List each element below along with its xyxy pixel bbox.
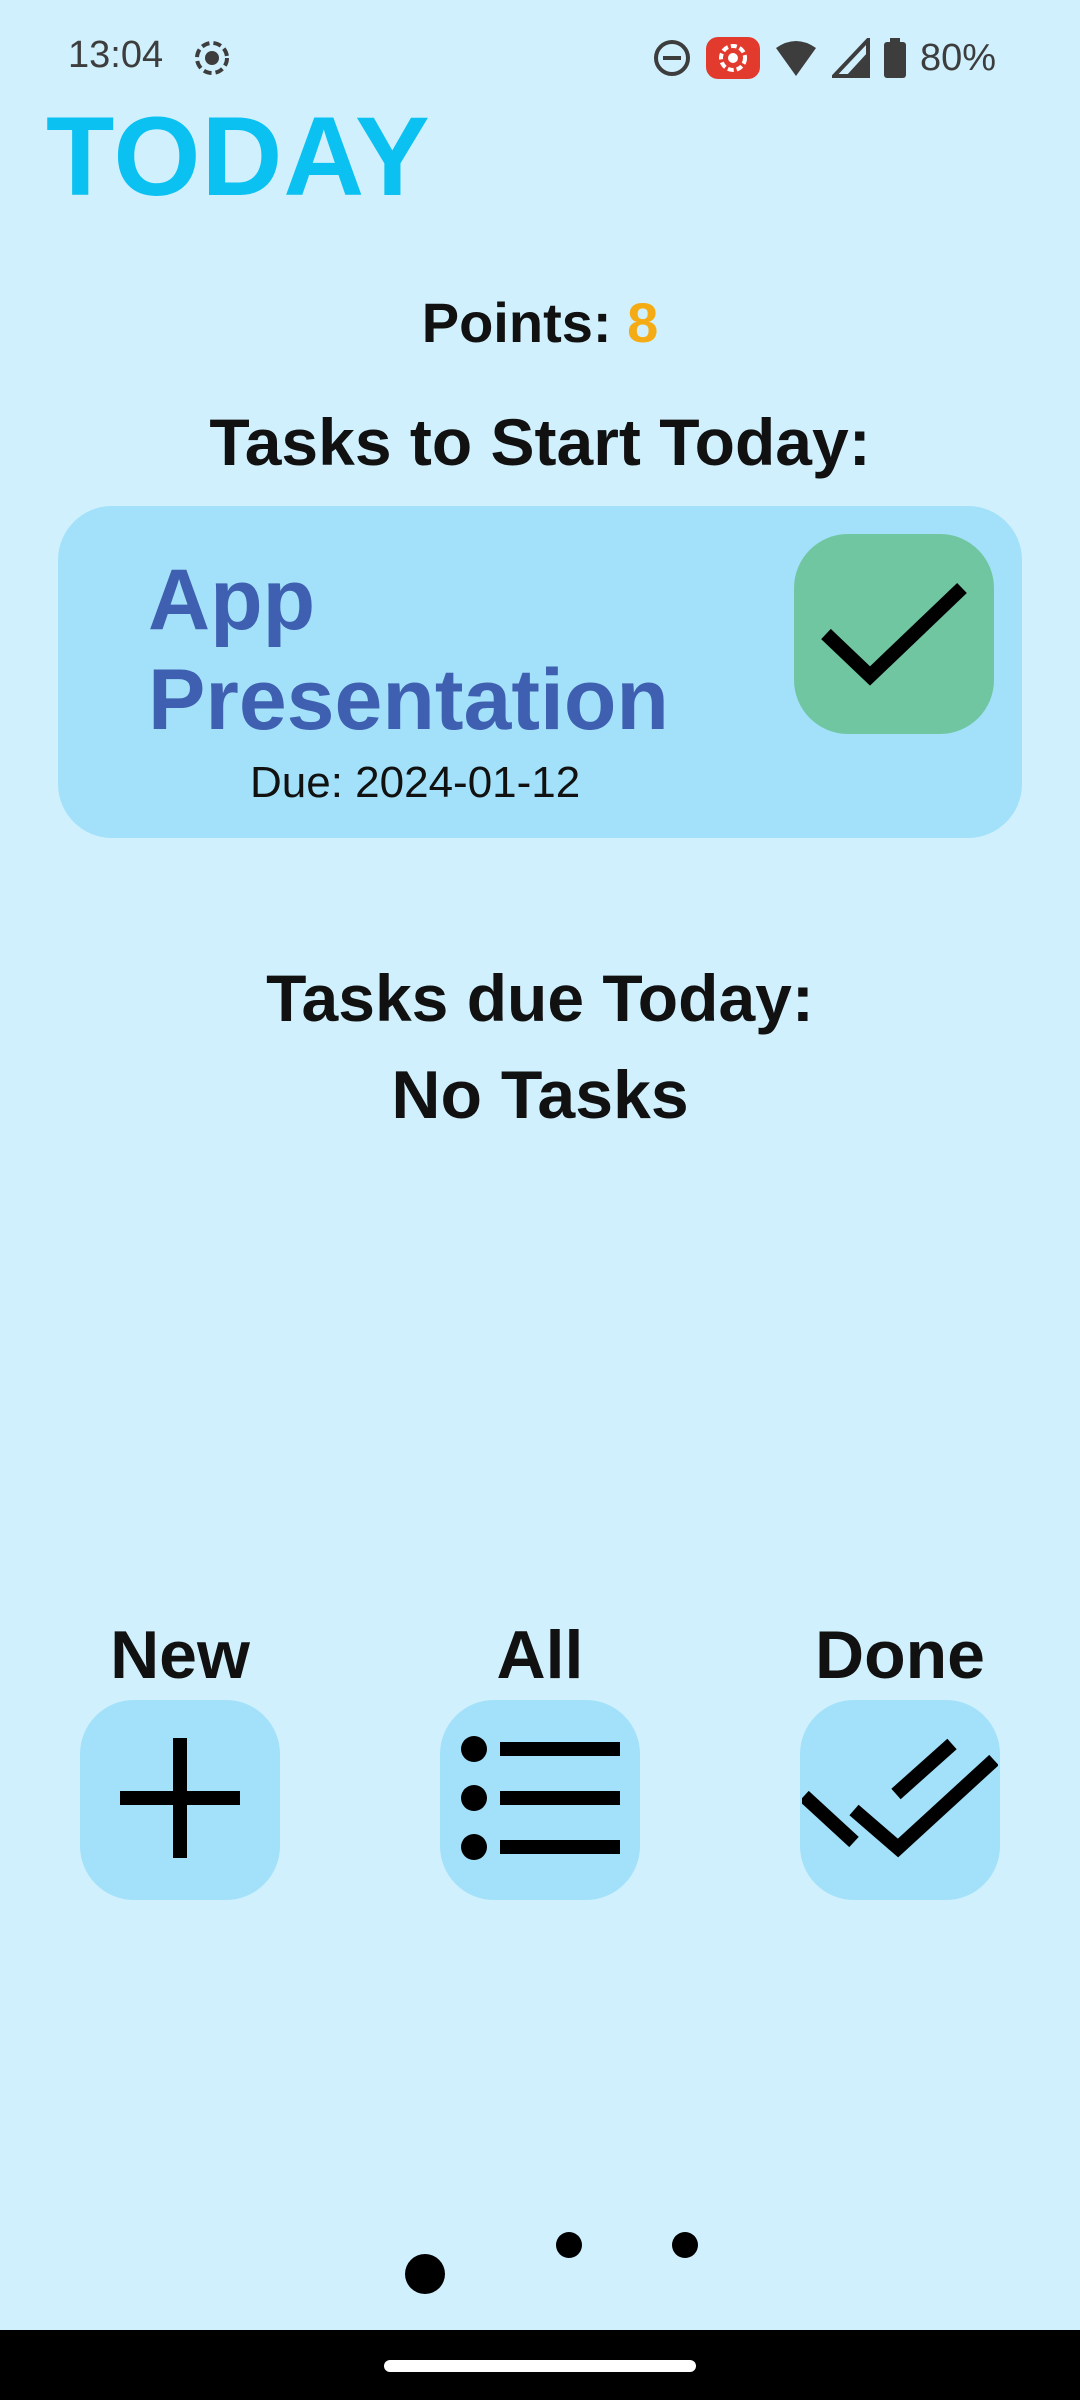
battery-icon xyxy=(883,38,906,78)
task-card[interactable]: App Presentation Due: 2024-01-12 xyxy=(58,506,1022,838)
empty-state-text: No Tasks xyxy=(391,1057,689,1133)
done-label: Done xyxy=(815,1617,985,1693)
complete-task-button[interactable] xyxy=(794,534,994,734)
done-tasks-button[interactable] xyxy=(799,1700,1000,1900)
task-name: App Presentation xyxy=(148,552,669,748)
signal-icon xyxy=(831,38,870,78)
task-due-date: Due: 2024-01-12 xyxy=(250,758,581,807)
due-today-heading: Tasks due Today: xyxy=(266,961,814,1035)
points-label: Points: xyxy=(421,291,612,354)
new-label: New xyxy=(110,1617,250,1693)
page-indicator-dot[interactable] xyxy=(556,2232,582,2258)
screen-record-icon xyxy=(192,38,232,78)
double-check-icon xyxy=(799,1738,999,1863)
all-label: All xyxy=(496,1617,584,1693)
wifi-icon xyxy=(774,38,818,78)
points-value: 8 xyxy=(627,291,659,354)
check-icon xyxy=(814,572,974,697)
status-icons: 80% xyxy=(652,30,996,86)
points-display: Points: 8 xyxy=(0,290,1080,355)
page-indicator-dot[interactable] xyxy=(672,2232,698,2258)
status-time: 13:04 xyxy=(68,34,164,76)
page-title: TODAY xyxy=(46,94,431,219)
home-gesture-handle[interactable] xyxy=(384,2360,696,2372)
new-task-button[interactable] xyxy=(80,1700,280,1900)
battery-percentage: 80% xyxy=(919,36,996,79)
plus-icon xyxy=(120,1737,240,1863)
all-tasks-button[interactable] xyxy=(440,1700,640,1900)
do-not-disturb-icon xyxy=(652,38,692,78)
page-indicator-dot-active[interactable] xyxy=(405,2254,445,2294)
start-today-heading: Tasks to Start Today: xyxy=(209,405,871,479)
list-icon xyxy=(460,1733,620,1868)
recording-indicator-icon xyxy=(705,37,760,79)
